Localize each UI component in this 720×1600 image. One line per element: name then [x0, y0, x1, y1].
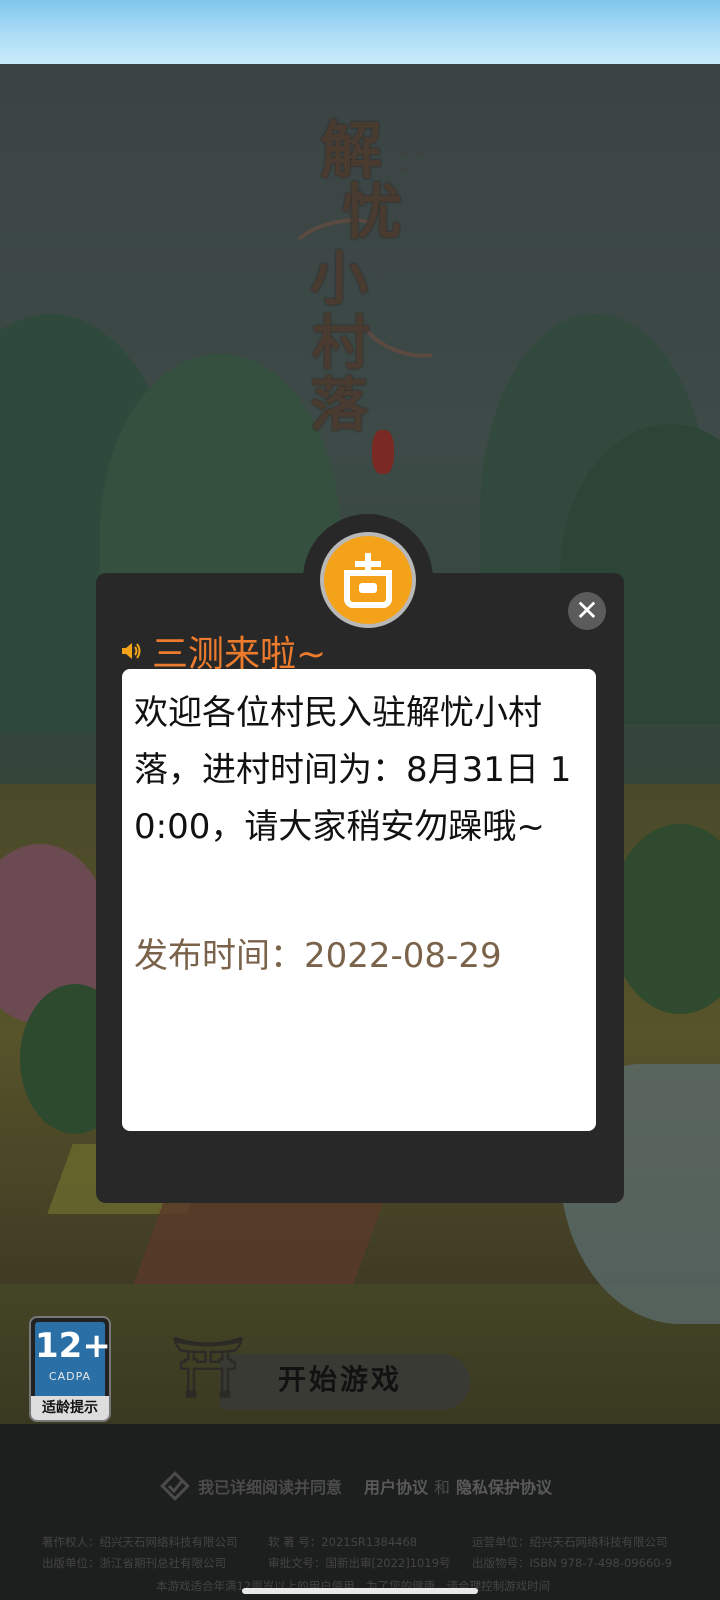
pavilion-icon: ⛩: [170, 1333, 247, 1403]
age-org: CADPA: [48, 1370, 92, 1383]
publisher: 出版单位：浙江省期刊总社有限公司: [42, 1556, 226, 1570]
age-label: 适龄提示: [31, 1396, 109, 1420]
bottom-shade: [0, 1424, 720, 1600]
home-indicator[interactable]: [242, 1588, 478, 1594]
close-button[interactable]: ✕: [568, 592, 606, 630]
publish-date: 2022-08-29: [304, 936, 502, 976]
publish-label: 发布时间：: [134, 936, 304, 976]
start-game-label: 开始游戏: [278, 1363, 403, 1396]
agreement-row: 我已详细阅读并同意 用户协议 和 隐私保护协议: [160, 1468, 552, 1504]
seal-stamp: [372, 430, 394, 474]
game-emblem-icon: [320, 532, 416, 628]
announcement-message: 欢迎各位村民入驻解忧小村落，进村时间为：8月31日 10:00，请大家稍安勿躁哦…: [134, 693, 572, 847]
logo-char: 落: [310, 371, 369, 439]
agreement-and: 和: [434, 1478, 451, 1497]
user-agreement-link[interactable]: 用户协议: [364, 1474, 428, 1498]
copyright-owner: 著作权人：绍兴天石网络科技有限公司: [42, 1535, 238, 1549]
checkbox-icon[interactable]: [160, 1471, 190, 1501]
publish-time: 发布时间：2022-08-29: [134, 928, 586, 977]
age-rating-badge[interactable]: 12+ CADPA 适龄提示: [29, 1316, 111, 1422]
announcement-title-row: 三测来啦~: [120, 628, 326, 675]
announcement-content[interactable]: 欢迎各位村民入驻解忧小村落，进村时间为：8月31日 10:00，请大家稍安勿躁哦…: [122, 669, 596, 1131]
approval-number: 审批文号：国新出审[2022]1019号: [268, 1556, 451, 1570]
isbn: 出版物号：ISBN 978-7-498-09660-9: [472, 1556, 673, 1570]
software-number: 软 著 号：2021SR1384468: [268, 1535, 418, 1549]
age-number: 12+: [35, 1326, 111, 1366]
privacy-agreement-link[interactable]: 隐私保护协议: [456, 1474, 552, 1498]
age-rating-top: 12+ CADPA: [35, 1322, 111, 1398]
start-game-button[interactable]: ⛩ 开始游戏: [150, 1322, 510, 1422]
operator: 运营单位：绍兴天石网络科技有限公司: [472, 1535, 668, 1549]
sky-strip: [0, 0, 720, 64]
field-plot: [133, 1194, 387, 1284]
speaker-icon: [122, 643, 141, 659]
agreement-text: 我已详细阅读并同意: [198, 1478, 343, 1497]
birds-decoration: ᵛ ᵛ ᵛ: [400, 148, 426, 180]
game-logo: ᵛ ᵛ ᵛ 解 忧 小 村 落: [286, 100, 453, 480]
